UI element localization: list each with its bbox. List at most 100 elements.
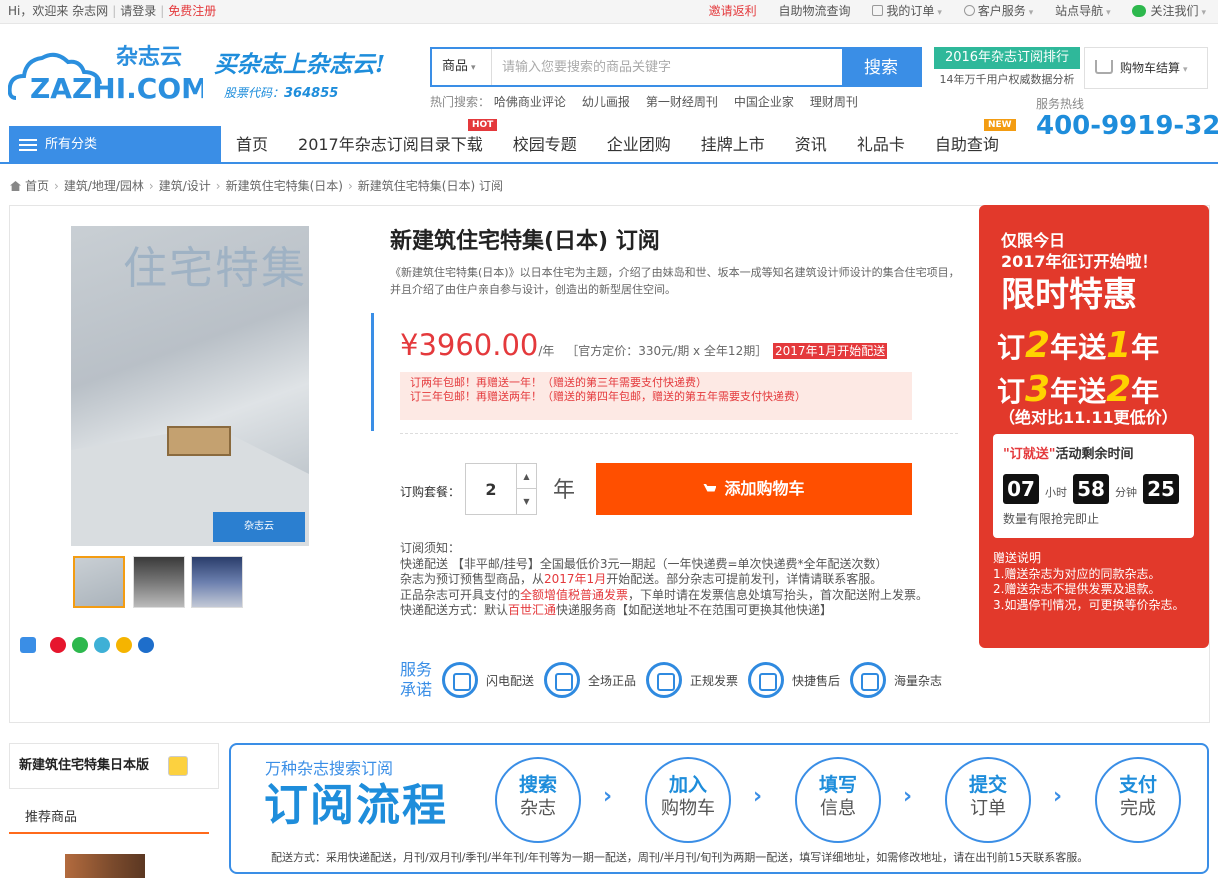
hot-keyword[interactable]: 幼儿画报 xyxy=(582,95,630,109)
chevron-down-icon: ▾ xyxy=(937,8,942,18)
countdown-minutes: 58 xyxy=(1073,474,1109,504)
nav-item-catalog[interactable]: 2017年杂志订阅目录下载 xyxy=(298,135,483,154)
site-nav-link[interactable]: 站点导航 ▾ xyxy=(1055,4,1111,18)
nav-item-listing[interactable]: 挂牌上市 xyxy=(701,135,765,154)
cart-button[interactable]: 购物车结算 ▾ xyxy=(1084,47,1208,89)
search-category-select[interactable]: 商品 ▾ xyxy=(432,49,492,85)
flow-title: 订阅流程 xyxy=(264,780,448,831)
nav-item-news[interactable]: 资讯 xyxy=(795,135,827,154)
qty-unit: 年 xyxy=(553,478,576,503)
nav-item-group[interactable]: 企业团购 xyxy=(607,135,671,154)
globe-icon xyxy=(850,662,886,698)
cart-icon xyxy=(703,484,717,492)
stock-code: 股票代码：364855 xyxy=(224,85,339,101)
invite-link[interactable]: 邀请返利 xyxy=(709,4,757,18)
hot-keyword[interactable]: 哈佛商业评论 xyxy=(494,95,566,109)
share-plus-icon[interactable] xyxy=(20,637,36,653)
hot-keyword[interactable]: 理财周刊 xyxy=(810,95,858,109)
thumbnail[interactable] xyxy=(133,556,185,608)
flow-arrow-icon: › xyxy=(1053,784,1063,809)
weibo-icon[interactable] xyxy=(50,637,66,653)
offer-line-1: 订2年送1年 xyxy=(997,325,1160,366)
all-categories-button[interactable]: 所有分类 xyxy=(9,126,221,164)
delivery-tag: 2017年1月开始配送 xyxy=(773,343,888,359)
product-cover-image[interactable]: 住宅特集 杂志云 xyxy=(71,226,309,546)
promo-line: 订两年包邮！再赠送一年！（赠送的第三年需要支付快递费） xyxy=(410,376,707,389)
genuine-icon xyxy=(544,662,580,698)
top-bar-right: 邀请返利 自助物流查询 我的订单 ▾ 客户服务 ▾ 站点导航 ▾ 关注我们 ▾ xyxy=(691,4,1206,20)
svg-text:杂志云: 杂志云 xyxy=(116,45,182,70)
countdown-title: "订就送"活动剩余时间 xyxy=(1003,447,1134,462)
login-link[interactable]: 请登录 xyxy=(120,4,156,18)
price-accent xyxy=(371,313,379,431)
breadcrumb-item[interactable]: 新建筑住宅特集(日本) xyxy=(226,179,343,193)
qq-icon[interactable] xyxy=(168,756,188,776)
menu-icon xyxy=(19,139,37,151)
sidebar-title: 新建筑住宅特集日本版 xyxy=(19,758,150,773)
thumbnail[interactable] xyxy=(73,556,125,608)
nav-item-gift-card[interactable]: 礼品卡 xyxy=(857,135,905,154)
search-input[interactable] xyxy=(494,49,844,85)
service-promise: 服务承诺 闪电配送 全场正品 正规发票 快捷售后 海量杂志 xyxy=(400,660,943,699)
chevron-down-icon: ▾ xyxy=(1028,8,1034,18)
price-row: ¥3960.00/年 ［官方定价：330元/期 x 全年12期］ 2017年1月… xyxy=(400,328,888,362)
promo-line: 订三年包邮！再赠送两年！（赠送的第四年包邮，赠送的第五年需要支付快递费） xyxy=(410,390,806,404)
subscribe-flow: 万种杂志搜索订阅 订阅流程 搜索 杂志 › 加入 购物车 › 填写 信息 › 提交 订单… xyxy=(229,743,1209,874)
product-description: 《新建筑住宅特集(日本)》以日本住宅为主题，介绍了由妹岛和世、坂本一成等知名建筑… xyxy=(390,266,960,296)
flow-arrow-icon: › xyxy=(603,784,613,809)
register-link[interactable]: 免费注册 xyxy=(168,4,216,18)
qzone-icon[interactable] xyxy=(116,637,132,653)
quantity-stepper: 2 ▲ ▼ xyxy=(465,463,537,515)
breadcrumb-item[interactable]: 建筑/设计 xyxy=(159,179,211,193)
chevron-down-icon: ▾ xyxy=(1183,65,1188,75)
main-nav: 所有分类 首页 2017年杂志订阅目录下载 校园专题 企业团购 挂牌上市 资讯 礼品卡 自助查… xyxy=(0,126,1218,164)
pengyou-icon[interactable] xyxy=(94,637,110,653)
chevron-down-icon: ▾ xyxy=(1201,8,1206,18)
hot-keyword[interactable]: 第一财经周刊 xyxy=(646,95,718,109)
price-value: ¥3960.00 xyxy=(400,328,539,362)
ranking-banner[interactable]: 2016年杂志订阅排行 14年万千用户权威数据分析 xyxy=(934,47,1080,91)
breadcrumb-item[interactable]: 建筑/地理/园林 xyxy=(64,179,144,193)
follow-link[interactable]: 关注我们 ▾ xyxy=(1132,4,1206,18)
limit-note: 数量有限抢完即止 xyxy=(1003,512,1100,526)
site-logo[interactable]: 杂志云 ZAZHI.COM xyxy=(7,40,209,105)
slogan-main: 买杂志上杂志云! xyxy=(214,51,386,78)
cart-icon xyxy=(1095,60,1113,74)
nav-item-self-query[interactable]: 自助查询 xyxy=(935,135,999,154)
thumbnail[interactable] xyxy=(191,556,243,608)
ranking-subtitle: 14年万千用户权威数据分析 xyxy=(939,73,1075,86)
greeting-text: Hi，欢迎来 杂志网 xyxy=(8,4,109,18)
my-orders-link[interactable]: 我的订单 ▾ xyxy=(872,4,942,18)
offer-intro: 仅限今日 2017年征订开始啦！ xyxy=(1001,231,1158,271)
lightning-icon xyxy=(442,662,478,698)
countdown-seconds: 25 xyxy=(1143,474,1179,504)
breadcrumb: 首页 › 建筑/地理/园林 › 建筑/设计 › 新建筑住宅特集(日本) › 新建筑住宅特集(日本… xyxy=(10,179,503,195)
customer-service-link[interactable]: 客户服务 ▾ xyxy=(963,4,1034,18)
recommend-tab[interactable]: 推荐商品 xyxy=(9,810,209,834)
wechat-icon[interactable] xyxy=(72,637,88,653)
breadcrumb-item[interactable]: 首页 xyxy=(25,179,49,193)
search-button[interactable]: 搜索 xyxy=(842,49,920,85)
promo-notes: 订两年包邮！再赠送一年！（赠送的第三年需要支付快递费） 订三年包邮！再赠送两年！… xyxy=(400,372,912,420)
new-badge: NEW xyxy=(984,119,1016,131)
divider xyxy=(400,433,958,434)
home-icon xyxy=(10,181,21,191)
hot-keyword[interactable]: 中国企业家 xyxy=(734,95,794,109)
wechat-icon xyxy=(1132,5,1147,17)
hot-keywords: 热门搜索： 哈佛商业评论 幼儿画报 第一财经周刊 中国企业家 理财周刊 xyxy=(430,95,858,109)
orders-icon xyxy=(872,5,884,16)
nav-item-campus[interactable]: 校园专题 xyxy=(513,135,577,154)
decrement-button[interactable]: ▼ xyxy=(516,489,536,514)
ranking-title: 2016年杂志订阅排行 xyxy=(934,47,1080,69)
recommended-product-image[interactable] xyxy=(65,854,145,878)
flow-step: 搜索 杂志 xyxy=(495,757,581,843)
quantity-input[interactable]: 2 xyxy=(466,464,516,514)
renren-icon[interactable] xyxy=(138,637,154,653)
nav-item-home[interactable]: 首页 xyxy=(236,135,268,154)
service-label: 服务承诺 xyxy=(400,660,433,699)
flow-step: 加入 购物车 xyxy=(645,757,731,843)
increment-button[interactable]: ▲ xyxy=(516,464,536,489)
logistics-link[interactable]: 自助物流查询 xyxy=(778,4,850,18)
official-price: ［官方定价：330元/期 x 全年12期］ xyxy=(566,344,768,358)
add-to-cart-button[interactable]: 添加购物车 xyxy=(596,463,912,515)
